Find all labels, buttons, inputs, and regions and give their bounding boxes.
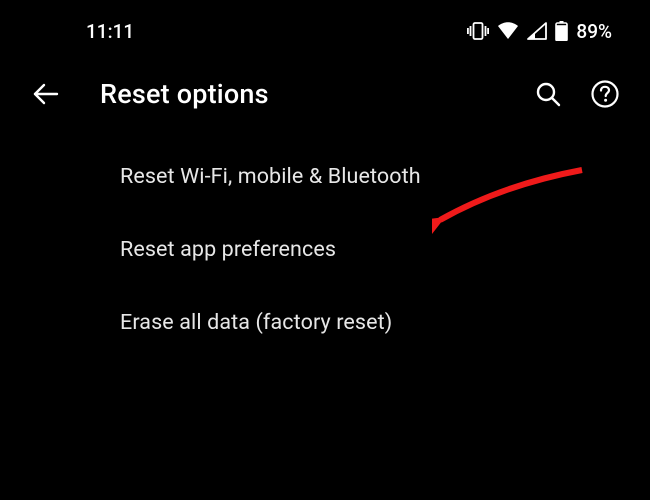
cellular-icon bbox=[527, 22, 547, 40]
app-bar: Reset options bbox=[0, 50, 650, 118]
list-item-label: Reset app preferences bbox=[120, 237, 336, 262]
battery-percentage: 89% bbox=[576, 20, 612, 43]
back-arrow-icon bbox=[30, 78, 62, 110]
help-button[interactable] bbox=[590, 79, 620, 109]
battery-icon bbox=[555, 21, 568, 41]
options-list: Reset Wi-Fi, mobile & Bluetooth Reset ap… bbox=[0, 118, 650, 359]
back-button[interactable] bbox=[30, 78, 62, 110]
status-time: 11:11 bbox=[86, 20, 134, 43]
status-bar: 11:11 bbox=[0, 0, 650, 50]
search-button[interactable] bbox=[534, 80, 562, 108]
list-item-reset-wifi[interactable]: Reset Wi-Fi, mobile & Bluetooth bbox=[120, 140, 650, 213]
list-item-label: Reset Wi-Fi, mobile & Bluetooth bbox=[120, 164, 421, 189]
list-item-erase-all-data[interactable]: Erase all data (factory reset) bbox=[120, 286, 650, 359]
action-icons bbox=[534, 79, 620, 109]
wifi-icon bbox=[497, 22, 519, 40]
list-item-label: Erase all data (factory reset) bbox=[120, 310, 392, 335]
help-icon bbox=[590, 79, 620, 109]
status-right: 89% bbox=[467, 20, 612, 43]
list-item-reset-app-preferences[interactable]: Reset app preferences bbox=[120, 213, 650, 286]
vibrate-icon bbox=[467, 22, 489, 40]
search-icon bbox=[534, 80, 562, 108]
page-title: Reset options bbox=[100, 78, 496, 110]
